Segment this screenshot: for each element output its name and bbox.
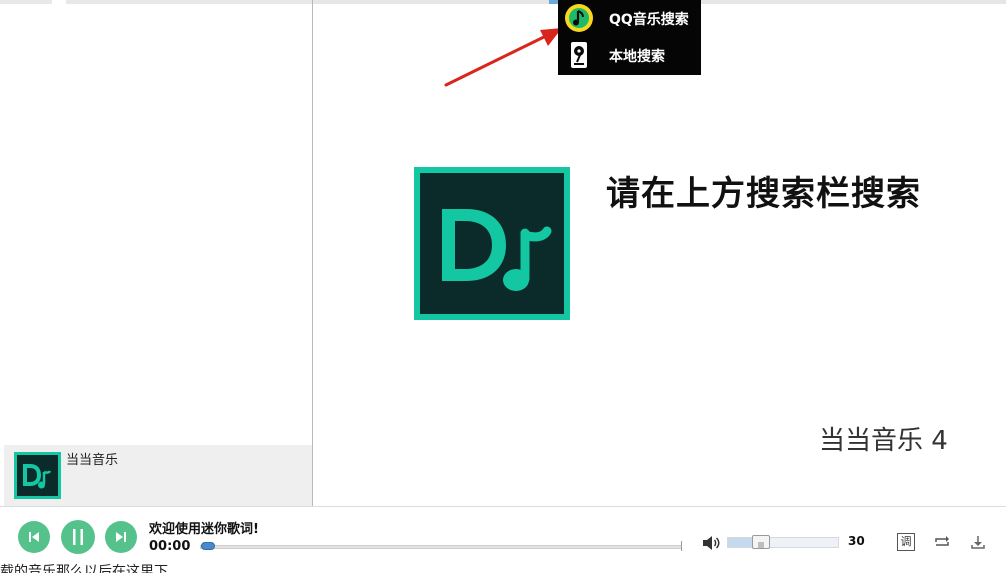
skip-previous-icon — [29, 532, 39, 542]
playlist-panel: 当当音乐 — [0, 0, 312, 506]
app-version-label: 当当音乐 4 — [819, 426, 948, 456]
current-song-title: 欢迎使用迷你歌词! — [149, 522, 259, 537]
progress-slider-thumb[interactable] — [201, 542, 215, 550]
main-content: 请在上方搜索栏搜索 当当音乐 4 — [313, 0, 1006, 506]
local-disk-icon — [571, 42, 587, 68]
search-source-dropdown: QQ音乐搜索 本地搜索 — [558, 0, 701, 75]
cropped-caption-strip: 载的音乐那么以后在这里下 — [0, 563, 1006, 573]
now-playing-album-art — [14, 452, 61, 499]
cropped-caption-text: 载的音乐那么以后在这里下 — [0, 564, 168, 573]
skip-next-icon — [116, 532, 126, 542]
dropdown-item-local-search[interactable]: 本地搜索 — [558, 37, 701, 74]
dropdown-item-label: 本地搜索 — [609, 49, 665, 65]
pause-icon — [73, 529, 83, 545]
left-panel-tab-notch — [52, 0, 66, 4]
grip-icon — [758, 542, 764, 548]
volume-slider-thumb[interactable] — [752, 535, 770, 549]
red-arrow-annotation — [444, 28, 562, 87]
dropdown-item-qq-music-search[interactable]: QQ音乐搜索 — [558, 0, 701, 37]
qq-music-icon — [565, 4, 593, 32]
now-playing-title: 当当音乐 — [66, 453, 119, 468]
player-control-bar: 欢迎使用迷你歌词! 00:00 30 调 — [0, 506, 1006, 563]
progress-end-marker — [681, 541, 682, 551]
music-app-window: 当当音乐 请在上方搜索栏搜索 当当音乐 4 QQ音乐搜索 本地搜索 欢迎使用迷你… — [0, 0, 1006, 573]
volume-slider[interactable] — [727, 537, 839, 548]
dangdang-logo-large-icon — [442, 209, 552, 291]
lyric-adjust-button[interactable]: 调 — [897, 533, 915, 551]
volume-icon[interactable] — [702, 535, 720, 551]
left-panel-top-border — [0, 0, 312, 4]
search-prompt-heading: 请在上方搜索栏搜索 — [606, 174, 921, 214]
elapsed-time: 00:00 — [149, 539, 191, 554]
now-playing-card[interactable]: 当当音乐 — [4, 445, 312, 506]
progress-slider[interactable] — [200, 545, 682, 549]
dangdang-logo-icon — [23, 464, 52, 489]
download-icon[interactable] — [969, 533, 987, 551]
repeat-icon[interactable] — [933, 533, 951, 551]
app-logo — [414, 167, 570, 320]
next-track-button[interactable] — [105, 521, 137, 553]
play-pause-button[interactable] — [61, 520, 95, 554]
volume-value: 30 — [848, 534, 865, 548]
previous-track-button[interactable] — [18, 521, 50, 553]
dropdown-item-label: QQ音乐搜索 — [609, 12, 689, 28]
